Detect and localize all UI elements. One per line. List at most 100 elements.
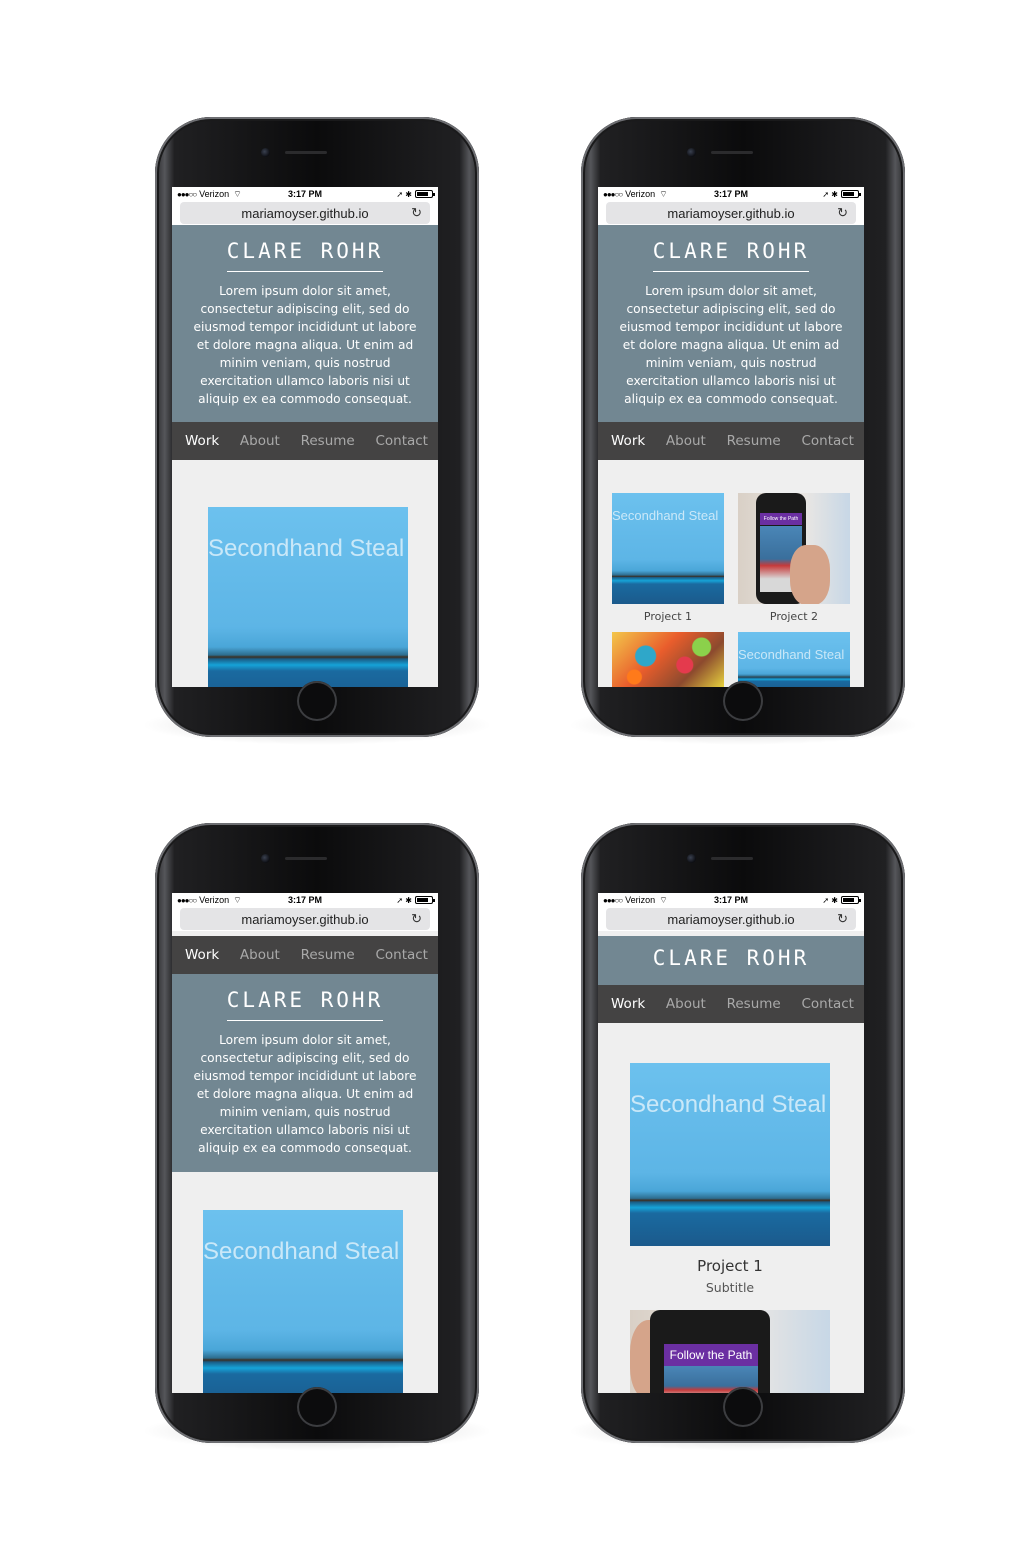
home-button[interactable] <box>297 1387 337 1427</box>
reload-icon[interactable]: ↻ <box>411 205 422 221</box>
clock: 3:17 PM <box>287 189 323 199</box>
speaker-grille <box>711 151 753 154</box>
project-thumbnail[interactable]: Secondhand Steal <box>208 507 408 687</box>
location-bluetooth-icon: ➚ ✱ <box>396 895 412 905</box>
nav-contact[interactable]: Contact <box>801 996 854 1012</box>
project-thumbnail[interactable]: Secondhand Steal <box>203 1210 403 1393</box>
nav-contact[interactable]: Contact <box>375 947 428 963</box>
nav-resume[interactable]: Resume <box>727 433 781 449</box>
nav-about[interactable]: About <box>240 947 280 963</box>
nav-work[interactable]: Work <box>185 433 219 449</box>
project-1-subtitle: Subtitle <box>705 1280 755 1295</box>
nav-contact[interactable]: Contact <box>801 433 854 449</box>
home-button[interactable] <box>723 1387 763 1427</box>
site-title: CLARE ROHR <box>226 239 384 272</box>
nav-resume[interactable]: Resume <box>301 433 355 449</box>
front-camera <box>687 854 696 863</box>
nav-work[interactable]: Work <box>611 433 645 449</box>
clock: 3:17 PM <box>287 895 323 905</box>
clock: 3:17 PM <box>713 189 749 199</box>
status-right: ➚ ✱ <box>396 190 435 199</box>
hero: CLARE ROHR Lorem ipsum dolor sit amet, c… <box>598 225 864 422</box>
battery-icon <box>415 896 435 904</box>
thumbnail-text: Follow the Path <box>760 513 802 525</box>
battery-icon <box>415 190 435 198</box>
browser-bar: mariamoyser.github.io ↻ <box>598 907 864 931</box>
project-1-caption[interactable]: Project 1 <box>612 610 724 623</box>
thumbnail-text: Secondhand Steal <box>612 508 719 523</box>
status-bar: ●●●○○ Verizon ⌔ 3:17 PM ➚ ✱ <box>172 893 438 907</box>
phone-mockup-2: ●●●○○ Verizon ⌔ 3:17 PM ➚ ✱ mariamoyser.… <box>567 117 919 745</box>
thumbnail-text: Secondhand Steal <box>203 1238 400 1265</box>
thumbnail-text: Secondhand Steal <box>208 535 405 562</box>
browser-bar: mariamoyser.github.io ↻ <box>598 201 864 225</box>
location-bluetooth-icon: ➚ ✱ <box>822 895 838 905</box>
nav-about[interactable]: About <box>666 996 706 1012</box>
nav-work[interactable]: Work <box>185 947 219 963</box>
bio-text: Lorem ipsum dolor sit amet, consectetur … <box>193 1033 417 1155</box>
phone-mockup-4: ●●●○○ Verizon ⌔ 3:17 PM ➚ ✱ mariamoyser.… <box>567 823 919 1451</box>
site-title: CLARE ROHR <box>226 988 384 1021</box>
home-button[interactable] <box>723 681 763 721</box>
nav-about[interactable]: About <box>666 433 706 449</box>
nav-resume[interactable]: Resume <box>301 947 355 963</box>
bio-text: Lorem ipsum dolor sit amet, consectetur … <box>193 284 417 406</box>
url-field[interactable]: mariamoyser.github.io ↻ <box>606 202 856 224</box>
wifi-icon: ⌔ <box>659 894 668 905</box>
nav-bar: Work About Resume Contact <box>172 422 438 460</box>
url-field[interactable]: mariamoyser.github.io ↻ <box>606 908 856 930</box>
hero: CLARE ROHR <box>598 936 864 985</box>
project-3-thumbnail[interactable] <box>612 632 724 687</box>
thumbnail-text: Follow the Path <box>664 1344 758 1366</box>
project-2-thumbnail[interactable]: Follow the Path <box>738 493 850 604</box>
phone-mockup-1: ●●●○○ Verizon ⌔ 3:17 PM ➚ ✱ mariamoyser.… <box>141 117 493 745</box>
screen: ●●●○○ Verizon ⌔ 3:17 PM ➚ ✱ mariamoyser.… <box>172 893 438 1393</box>
project-1-thumbnail[interactable]: Secondhand Steal <box>630 1063 830 1246</box>
signal-icon: ●●●○○ <box>603 189 623 199</box>
carrier-label: Verizon <box>625 189 656 199</box>
browser-bar: mariamoyser.github.io ↻ <box>172 907 438 931</box>
status-bar: ●●●○○ Verizon ⌔ 3:17 PM ➚ ✱ <box>172 187 438 201</box>
screen: ●●●○○ Verizon ⌔ 3:17 PM ➚ ✱ mariamoyser.… <box>598 893 864 1393</box>
wifi-icon: ⌔ <box>233 188 242 199</box>
nav-resume[interactable]: Resume <box>727 996 781 1012</box>
project-1-thumbnail[interactable]: Secondhand Steal <box>612 493 724 604</box>
bio-text: Lorem ipsum dolor sit amet, consectetur … <box>619 284 843 406</box>
browser-bar: mariamoyser.github.io ↻ <box>172 201 438 225</box>
battery-icon <box>841 896 861 904</box>
signal-icon: ●●●○○ <box>177 189 197 199</box>
status-right: ➚ ✱ <box>822 189 861 199</box>
project-4-thumbnail[interactable]: Secondhand Steal <box>738 632 850 687</box>
hero: CLARE ROHR Lorem ipsum dolor sit amet, c… <box>172 225 438 422</box>
url-text: mariamoyser.github.io <box>241 911 369 927</box>
nav-contact[interactable]: Contact <box>375 433 428 449</box>
signal-icon: ●●●○○ <box>177 895 197 905</box>
screen: ●●●○○ Verizon ⌔ 3:17 PM ➚ ✱ mariamoyser.… <box>598 187 864 687</box>
nav-about[interactable]: About <box>240 433 280 449</box>
url-field[interactable]: mariamoyser.github.io ↻ <box>180 202 430 224</box>
project-2-thumbnail[interactable]: Follow the Path <box>630 1310 830 1393</box>
reload-icon[interactable]: ↻ <box>837 205 848 221</box>
reload-icon[interactable]: ↻ <box>837 911 848 927</box>
project-1-title[interactable]: Project 1 <box>630 1257 830 1275</box>
carrier-label: Verizon <box>625 895 656 905</box>
speaker-grille <box>711 857 753 860</box>
status-right: ➚ ✱ <box>396 895 435 905</box>
carrier-label: Verizon <box>199 189 230 199</box>
project-2-caption[interactable]: Project 2 <box>738 610 850 623</box>
signal-icon: ●●●○○ <box>603 895 623 905</box>
wifi-icon: ⌔ <box>233 894 242 905</box>
home-button[interactable] <box>297 681 337 721</box>
url-text: mariamoyser.github.io <box>241 205 369 221</box>
url-text: mariamoyser.github.io <box>667 911 795 927</box>
thumbnail-text: Secondhand Steal <box>738 647 845 662</box>
phone-mockup-3: ●●●○○ Verizon ⌔ 3:17 PM ➚ ✱ mariamoyser.… <box>141 823 493 1451</box>
wifi-icon: ⌔ <box>659 188 668 199</box>
reload-icon[interactable]: ↻ <box>411 911 422 927</box>
nav-work[interactable]: Work <box>611 996 645 1012</box>
url-field[interactable]: mariamoyser.github.io ↻ <box>180 908 430 930</box>
screen: ●●●○○ Verizon ⌔ 3:17 PM ➚ ✱ mariamoyser.… <box>172 187 438 687</box>
location-bluetooth-icon: ➚ ✱ <box>822 189 838 199</box>
carrier-label: Verizon <box>199 895 230 905</box>
thumbnail-text: Secondhand Steal <box>630 1091 827 1118</box>
